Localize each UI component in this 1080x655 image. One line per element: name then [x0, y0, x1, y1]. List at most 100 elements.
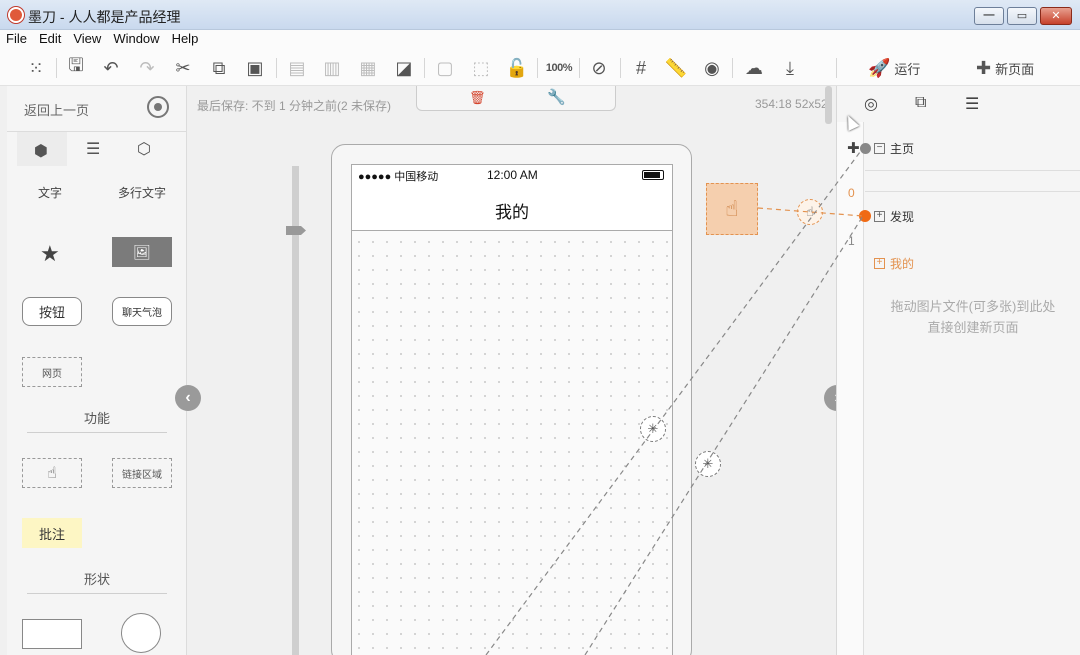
tap-gesture-icon[interactable]: ✳: [695, 451, 721, 477]
component-rectangle[interactable]: [22, 619, 82, 649]
cloud-upload-icon[interactable]: ☁: [741, 55, 767, 81]
vertical-scrollbar[interactable]: [825, 86, 832, 124]
app-logo-icon: [8, 7, 24, 23]
cubes-icon[interactable]: ⬡: [137, 139, 151, 159]
link-point-active[interactable]: [859, 210, 871, 222]
new-page-button[interactable]: ✚ 新页面: [976, 58, 1034, 79]
minimize-button[interactable]: —: [974, 7, 1004, 25]
page-item-home[interactable]: − 主页: [874, 140, 914, 157]
maximize-button[interactable]: ▭: [1007, 7, 1037, 25]
component-image[interactable]: 🖼: [112, 237, 172, 267]
carrier-label: ●●●●● 中国移动: [358, 171, 439, 183]
component-link-area[interactable]: 链接区域: [112, 458, 172, 488]
menu-view[interactable]: View: [67, 30, 107, 50]
download-icon[interactable]: ⤓: [777, 55, 803, 81]
undo-icon[interactable]: ↶: [98, 55, 124, 81]
menu-window[interactable]: Window: [107, 30, 165, 50]
expand-icon[interactable]: +: [874, 258, 885, 269]
component-chat-bubble[interactable]: 聊天气泡: [112, 297, 172, 326]
preview-hide-icon[interactable]: ◉: [699, 55, 725, 81]
phone-nav-bar[interactable]: 我的: [352, 185, 672, 231]
run-label: 运行: [894, 62, 921, 77]
paste-icon[interactable]: ▣: [242, 55, 268, 81]
grid-dots-icon[interactable]: ⁙: [23, 55, 49, 81]
layer-order-icon[interactable]: ◪: [391, 55, 417, 81]
close-button[interactable]: ✕: [1040, 7, 1072, 25]
rotate-device-icon[interactable]: ⊘: [586, 55, 612, 81]
component-hotspot[interactable]: ☝: [22, 458, 82, 488]
collapse-icon[interactable]: −: [874, 143, 885, 154]
component-webpage[interactable]: 网页: [22, 357, 82, 387]
section-divider: [27, 593, 167, 594]
save-icon[interactable]: 🖫: [63, 55, 89, 81]
component-multiline-text[interactable]: 多行文字: [118, 184, 166, 201]
back-link[interactable]: 返回上一页: [24, 100, 89, 119]
link-lane: [837, 122, 864, 655]
link-point[interactable]: [860, 143, 871, 154]
toolbar-divider: [620, 58, 621, 78]
expand-icon[interactable]: +: [874, 211, 885, 222]
save-status: 最后保存: 不到 1 分钟之前(2 未保存): [197, 99, 392, 113]
window-controls: — ▭ ✕: [974, 7, 1072, 25]
link-index: 1: [848, 234, 855, 248]
star-icon[interactable]: ★: [40, 241, 60, 267]
rocket-icon: 🚀: [868, 58, 891, 78]
design-canvas[interactable]: 最后保存: 不到 1 分钟之前(2 未保存) 🗑 🔧 354:18 52x52 …: [175, 86, 850, 655]
vertical-ruler: [292, 166, 299, 655]
component-button[interactable]: 按钮: [22, 297, 82, 326]
ruler-marker[interactable]: [286, 226, 306, 235]
drop-hint-line1: 拖动图片文件(可多张)到此处: [890, 299, 1056, 314]
page-item-discover[interactable]: + 发现: [874, 208, 914, 225]
cut-icon[interactable]: ✂: [170, 55, 196, 81]
component-note[interactable]: 批注: [22, 518, 82, 548]
clock-label: 12:00 AM: [487, 168, 538, 182]
align-left-icon[interactable]: ▤: [284, 55, 310, 81]
copy-icon[interactable]: ⧉: [206, 55, 232, 81]
toolbar: ⁙ 🖫 ↶ ↷ ✂ ⧉ ▣ ▤ ▥ ▦ ◪ ▢ ⬚ 🔓 100% ⊘ # 📏 ◉…: [0, 50, 1080, 86]
component-text[interactable]: 文字: [38, 184, 62, 201]
tap-gesture-icon[interactable]: ✳: [640, 416, 666, 442]
target-icon[interactable]: ◎: [864, 94, 878, 114]
panel-tabs: ◎ ⧉ ☰: [837, 86, 1080, 122]
page-title: 我的: [495, 203, 529, 222]
wrench-icon[interactable]: 🔧: [547, 88, 566, 106]
align-center-icon[interactable]: ▦: [355, 55, 381, 81]
section-function: 功能: [83, 411, 110, 426]
selected-hotspot[interactable]: ☝: [706, 183, 758, 235]
phone-status-bar: ●●●●● 中国移动 12:00 AM: [352, 165, 672, 185]
database-icon[interactable]: ☰: [86, 139, 100, 159]
menu-icon[interactable]: ☰: [965, 94, 979, 114]
ruler-icon[interactable]: 📏: [663, 55, 689, 81]
page-item-mine[interactable]: + 我的: [874, 255, 914, 272]
align-top-icon[interactable]: ▥: [319, 55, 345, 81]
window-title: 墨刀 - 人人都是产品经理: [28, 9, 181, 25]
floating-toolbar: 🗑 🔧: [416, 86, 616, 111]
zoom-level[interactable]: 100%: [542, 55, 576, 81]
coordinates-readout: 354:18 52x52: [755, 97, 828, 111]
target-icon[interactable]: [147, 96, 169, 118]
chevron-left-icon[interactable]: ‹: [175, 385, 201, 411]
grid-icon[interactable]: #: [628, 55, 654, 81]
tap-hand-icon: ☝: [47, 465, 57, 482]
ungroup-icon[interactable]: ⬚: [468, 55, 494, 81]
redo-icon[interactable]: ↷: [134, 55, 160, 81]
cube-icon[interactable]: ⬢: [34, 141, 48, 161]
link-gesture-icon[interactable]: ☝: [797, 199, 823, 225]
phone-frame: ●●●●● 中国移动 12:00 AM 我的: [331, 144, 692, 655]
menu-help[interactable]: Help: [166, 30, 205, 50]
component-circle[interactable]: [121, 613, 161, 653]
section-divider: [27, 432, 167, 433]
lock-icon[interactable]: 🔓: [504, 55, 530, 81]
toolbar-divider: [56, 58, 57, 78]
group-icon[interactable]: ▢: [432, 55, 458, 81]
drop-hint: 拖动图片文件(可多张)到此处 直接创建新页面: [865, 296, 1080, 338]
add-page-icon[interactable]: ✚: [847, 139, 860, 157]
menu-file[interactable]: File: [0, 30, 33, 50]
phone-screen[interactable]: ●●●●● 中国移动 12:00 AM 我的: [351, 164, 673, 655]
menu-edit[interactable]: Edit: [33, 30, 67, 50]
copy-pages-icon[interactable]: ⧉: [915, 94, 926, 112]
toolbar-divider: [579, 58, 580, 78]
run-button[interactable]: 🚀 运行: [868, 58, 920, 79]
link-index: 0: [848, 186, 855, 200]
trash-icon[interactable]: 🗑: [469, 90, 486, 106]
